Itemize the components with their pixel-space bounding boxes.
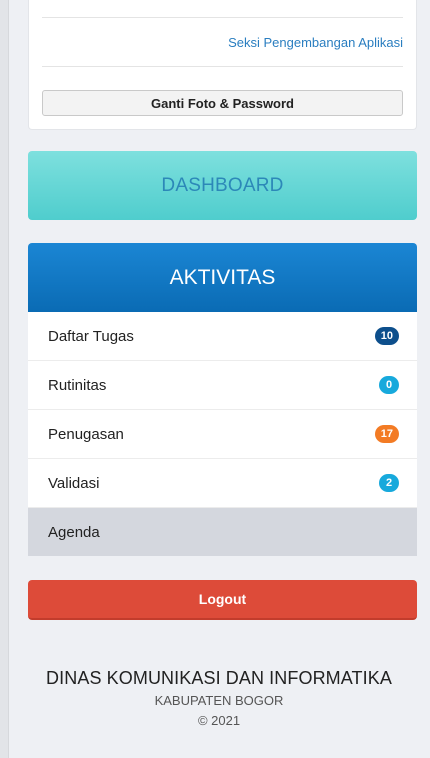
logout-button[interactable]: Logout xyxy=(28,580,417,620)
divider xyxy=(42,17,403,18)
menu-item-agenda[interactable]: Agenda xyxy=(28,508,417,556)
menu-item-rutinitas[interactable]: Rutinitas 0 xyxy=(28,361,417,410)
menu-item-penugasan[interactable]: Penugasan 17 xyxy=(28,410,417,459)
menu-item-daftar-tugas[interactable]: Daftar Tugas 10 xyxy=(28,312,417,361)
sidebar-edge xyxy=(0,0,9,758)
change-photo-password-button[interactable]: Ganti Foto & Password xyxy=(42,90,403,116)
count-badge: 10 xyxy=(374,327,399,345)
menu-item-label: Penugasan xyxy=(48,425,124,443)
sidebar-content: Seksi Pengembangan Aplikasi Ganti Foto &… xyxy=(28,0,417,620)
footer: DINAS KOMUNIKASI DAN INFORMATIKA KABUPAT… xyxy=(0,668,430,728)
region-name: KABUPATEN BOGOR xyxy=(154,693,284,708)
activity-panel: AKTIVITAS Daftar Tugas 10 Rutinitas 0 Pe… xyxy=(28,243,417,556)
user-section-link[interactable]: Seksi Pengembangan Aplikasi xyxy=(228,35,403,50)
menu-item-label: Validasi xyxy=(48,474,100,492)
activity-header: AKTIVITAS xyxy=(28,243,417,312)
menu-item-label: Daftar Tugas xyxy=(48,327,134,345)
menu-item-label: Rutinitas xyxy=(48,376,107,394)
count-badge: 17 xyxy=(374,425,399,443)
count-badge: 0 xyxy=(379,376,399,394)
dashboard-button[interactable]: DASHBOARD xyxy=(28,151,417,220)
menu-item-validasi[interactable]: Validasi 2 xyxy=(28,459,417,508)
organization-name: DINAS KOMUNIKASI DAN INFORMATIKA xyxy=(46,668,392,688)
count-badge: 2 xyxy=(379,474,399,492)
menu-item-label: Agenda xyxy=(48,523,100,541)
divider xyxy=(42,66,403,67)
copyright: © 2021 xyxy=(197,713,241,728)
profile-card: Seksi Pengembangan Aplikasi Ganti Foto &… xyxy=(28,0,417,130)
